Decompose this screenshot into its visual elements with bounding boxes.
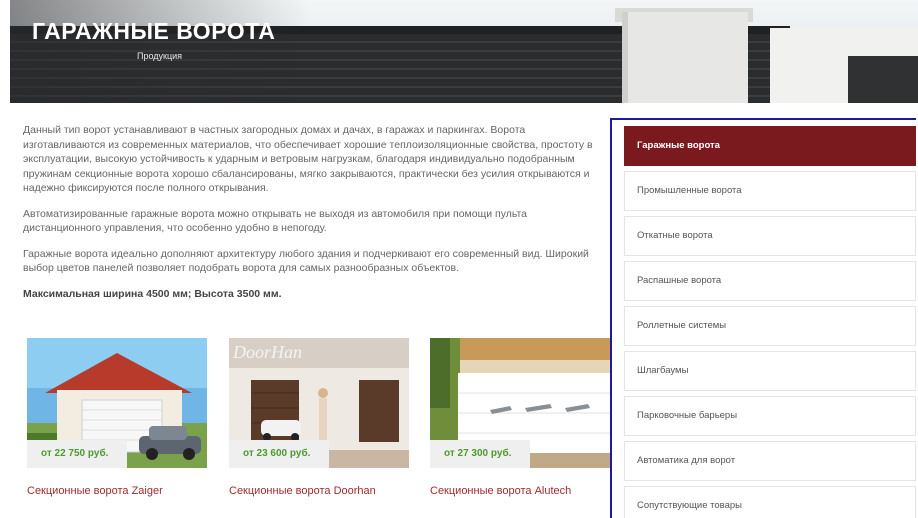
product-image[interactable]: от 27 300 руб.: [430, 338, 610, 468]
product-link[interactable]: Секционные ворота Alutech: [430, 485, 610, 497]
sidebar-item-garage-gates[interactable]: Гаражные ворота: [624, 126, 916, 166]
sidebar-item-swing-gates[interactable]: Распашные ворота: [624, 261, 916, 301]
sidebar-item-gate-automation[interactable]: Автоматика для ворот: [624, 441, 916, 481]
sidebar-item-parking-barriers[interactable]: Парковочные барьеры: [624, 396, 916, 436]
product-card[interactable]: от 27 300 руб. Секционные ворота Alutech: [430, 338, 610, 497]
product-link[interactable]: Секционные ворота Zaiger: [27, 485, 207, 497]
product-price: от 27 300 руб.: [430, 440, 530, 468]
product-image[interactable]: от 22 750 руб.: [27, 338, 207, 468]
description-paragraph: Данный тип ворот устанавливают в частных…: [23, 124, 593, 194]
breadcrumb[interactable]: Продукция: [137, 51, 182, 61]
description-paragraph: Автоматизированные гаражные ворота можно…: [23, 207, 528, 235]
sidebar-item-sliding-gates[interactable]: Откатные ворота: [624, 216, 916, 256]
sidebar-item-accessories[interactable]: Сопутствующие товары: [624, 486, 916, 518]
description-paragraph: Гаражные ворота идеально дополняют архит…: [23, 247, 589, 275]
pillar-image: [622, 12, 748, 103]
sidebar-item-industrial-gates[interactable]: Промышленные ворота: [624, 171, 916, 211]
sidebar-item-barriers[interactable]: Шлагбаумы: [624, 351, 916, 391]
category-sidebar: Гаражные ворота Промышленные ворота Отка…: [610, 118, 916, 518]
house-window: [848, 56, 918, 103]
dimensions-text: Максимальная ширина 4500 мм; Высота 3500…: [23, 287, 282, 300]
watermark-text: DoorHan: [232, 342, 302, 362]
sidebar-item-roller-systems[interactable]: Роллетные системы: [624, 306, 916, 346]
page-title: ГАРАЖНЫЕ ВОРОТА: [32, 18, 276, 44]
product-price: от 23 600 руб.: [229, 440, 329, 468]
product-link[interactable]: Секционные ворота Doorhan: [229, 485, 409, 497]
product-price: от 22 750 руб.: [27, 440, 127, 468]
product-description: Данный тип ворот устанавливают в частных…: [23, 123, 606, 312]
page-banner: ГАРАЖНЫЕ ВОРОТА Продукция: [10, 0, 918, 103]
product-card[interactable]: от 22 750 руб. Секционные ворота Zaiger: [27, 338, 207, 497]
product-image[interactable]: DoorHan от 23 600 руб.: [229, 338, 409, 468]
product-card[interactable]: DoorHan от 23 600 руб. Секционные ворота…: [229, 338, 409, 497]
